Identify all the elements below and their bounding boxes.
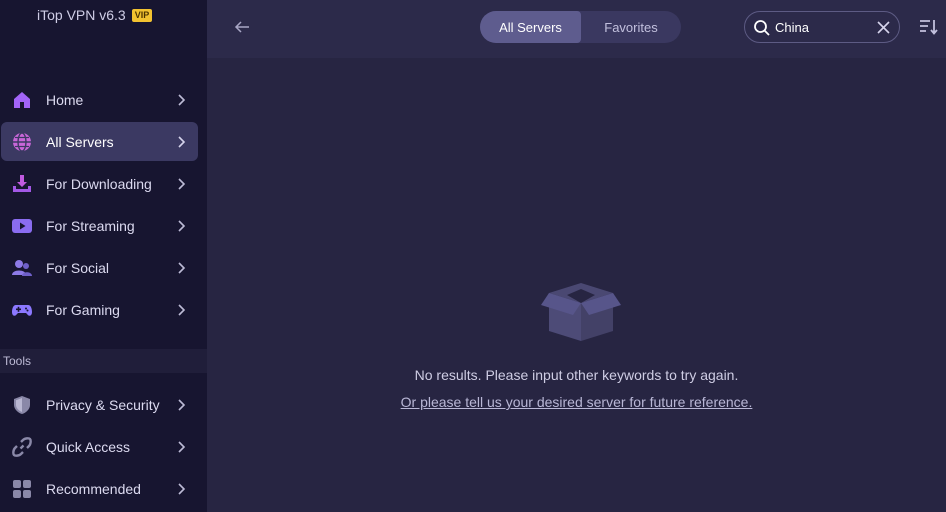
sidebar-item-label: All Servers (46, 133, 114, 150)
vip-badge: VIP (131, 8, 153, 22)
shield-icon (12, 395, 32, 415)
tools-section-header: Tools (0, 349, 207, 373)
chevron-right-icon (178, 219, 186, 232)
back-arrow-icon[interactable] (233, 17, 253, 37)
sidebar-item-label: Home (46, 91, 84, 108)
server-filter-tabs: All Servers Favorites (480, 11, 681, 43)
sidebar-item-recommended[interactable]: Recommended (1, 469, 198, 508)
tools-label: Tools (3, 354, 32, 368)
chevron-right-icon (178, 303, 186, 316)
download-icon (12, 174, 32, 194)
no-results-message: No results. Please input other keywords … (414, 367, 739, 383)
grid-icon (12, 479, 32, 499)
sidebar-item-label: For Gaming (46, 301, 120, 318)
sidebar: iTop VPN v6.3 VIP Home All Servers For D… (0, 0, 207, 512)
sidebar-item-all-servers[interactable]: All Servers (1, 122, 198, 161)
chevron-right-icon (178, 398, 186, 411)
app-name: iTop VPN v6.3 (37, 7, 126, 23)
request-server-link-wrapper: Or please tell us your desired server fo… (207, 394, 946, 410)
sidebar-item-label: Quick Access (46, 438, 131, 455)
sidebar-item-label: For Streaming (46, 217, 135, 234)
sidebar-item-for-social[interactable]: For Social (1, 248, 198, 287)
clear-icon[interactable] (877, 21, 890, 34)
play-icon (12, 216, 32, 236)
search-input[interactable] (775, 18, 871, 37)
sidebar-item-label: For Downloading (46, 175, 152, 192)
sidebar-item-quick-access[interactable]: Quick Access (1, 427, 198, 466)
sidebar-item-for-gaming[interactable]: For Gaming (1, 290, 198, 329)
sidebar-item-home[interactable]: Home (1, 80, 198, 119)
link-icon (12, 436, 32, 457)
app-title: iTop VPN v6.3 VIP (37, 7, 153, 23)
top-bar: All Servers Favorites (207, 0, 946, 58)
search-box (744, 11, 900, 43)
chevron-right-icon (178, 261, 186, 274)
sidebar-item-for-streaming[interactable]: For Streaming (1, 206, 198, 245)
sidebar-item-label: For Social (46, 259, 110, 276)
sidebar-item-privacy-security[interactable]: Privacy & Security (1, 385, 198, 424)
chevron-right-icon (178, 482, 186, 495)
request-server-link[interactable]: Or please tell us your desired server fo… (401, 394, 753, 410)
globe-icon (12, 131, 32, 152)
chevron-right-icon (178, 177, 186, 190)
tab-all-servers[interactable]: All Servers (480, 11, 581, 43)
sidebar-item-label: Privacy & Security (46, 396, 160, 413)
chevron-right-icon (178, 135, 186, 148)
gamepad-icon (12, 300, 32, 320)
empty-box-icon (541, 283, 621, 341)
tab-favorites[interactable]: Favorites (581, 11, 681, 43)
chevron-right-icon (178, 440, 186, 453)
sidebar-item-for-downloading[interactable]: For Downloading (1, 164, 198, 203)
sidebar-item-label: Recommended (46, 480, 141, 497)
home-icon (12, 90, 32, 110)
chevron-right-icon (178, 93, 186, 106)
sort-icon[interactable] (918, 17, 938, 37)
search-icon (754, 20, 770, 36)
social-icon (12, 258, 32, 278)
